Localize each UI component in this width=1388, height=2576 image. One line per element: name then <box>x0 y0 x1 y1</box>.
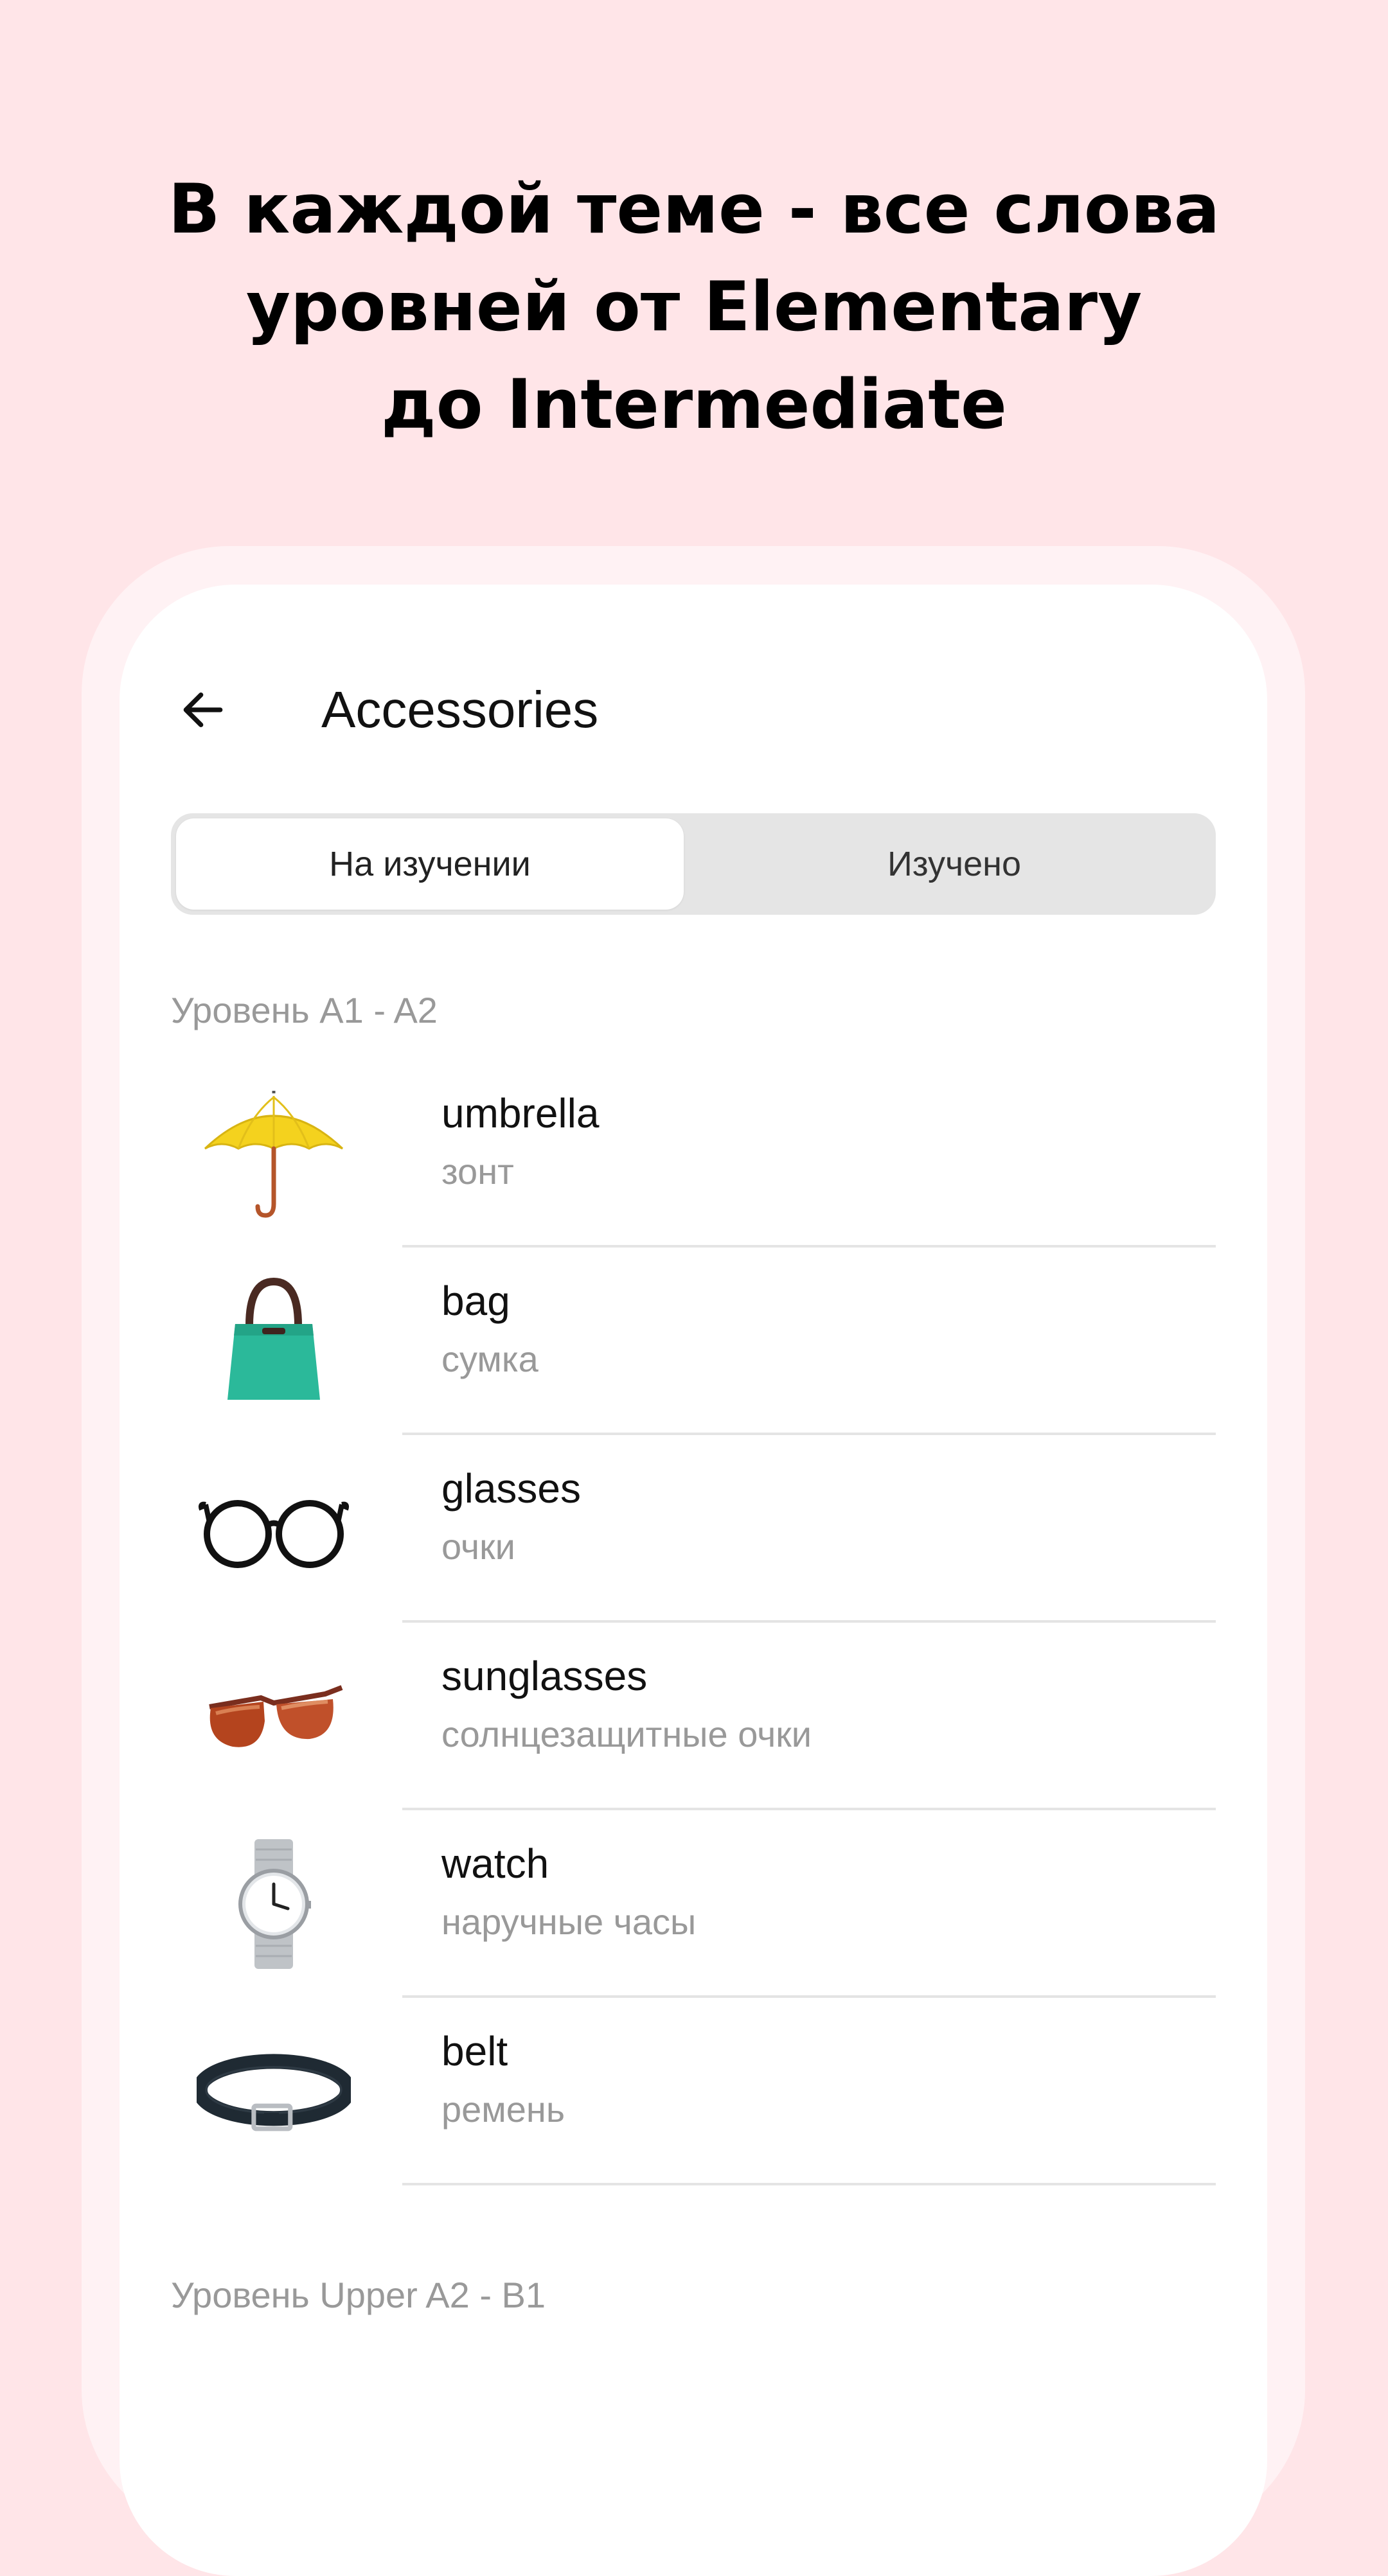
promo-headline: В каждой теме - все слова уровней от Ele… <box>0 161 1388 454</box>
bag-image <box>197 1271 351 1412</box>
divider <box>402 2183 1216 2185</box>
word-list: umbrella зонт bag сумка glasses очки sun… <box>171 1060 1216 2185</box>
list-item[interactable]: watch наручные часы <box>171 1810 1216 1998</box>
glasses-image <box>197 1458 351 1600</box>
word-english: belt <box>441 2028 508 2074</box>
arrow-left-icon <box>183 693 223 727</box>
word-english: glasses <box>441 1465 581 1512</box>
section-label-a1-a2: Уровень A1 - A2 <box>171 990 438 1030</box>
tab-learned[interactable]: Изучено <box>698 818 1211 910</box>
word-translation: очки <box>441 1526 515 1567</box>
word-translation: ремень <box>441 2089 565 2130</box>
word-english: watch <box>441 1840 549 1887</box>
segmented-control: На изучении Изучено <box>171 813 1216 915</box>
list-item[interactable]: umbrella зонт <box>171 1060 1216 1248</box>
app-screen: Accessories На изучении Изучено Уровень … <box>120 585 1267 2576</box>
word-translation: зонт <box>441 1151 514 1192</box>
back-button[interactable] <box>158 675 248 745</box>
section-label-a2-b1: Уровень Upper A2 - B1 <box>171 2275 546 2315</box>
headline-line-1: В каждой теме - все слова <box>168 170 1220 249</box>
word-english: umbrella <box>441 1090 600 1136</box>
list-item[interactable]: bag сумка <box>171 1248 1216 1435</box>
word-translation: сумка <box>441 1339 538 1379</box>
word-english: sunglasses <box>441 1653 648 1699</box>
list-item[interactable]: glasses очки <box>171 1435 1216 1623</box>
headline-line-3: до Intermediate <box>381 365 1007 444</box>
word-english: bag <box>441 1278 510 1324</box>
screen-title: Accessories <box>321 681 599 738</box>
list-item[interactable]: sunglasses солнцезащитные очки <box>171 1623 1216 1810</box>
list-item[interactable]: belt ремень <box>171 1998 1216 2185</box>
umbrella-image <box>197 1083 351 1224</box>
belt-image <box>197 2021 351 2162</box>
word-translation: солнцезащитные очки <box>441 1714 812 1754</box>
word-translation: наручные часы <box>441 1901 697 1942</box>
sunglasses-image <box>197 1646 351 1787</box>
watch-image <box>197 1833 351 1975</box>
headline-line-2: уровней от Elementary <box>245 267 1143 346</box>
tab-learning[interactable]: На изучении <box>176 818 684 910</box>
